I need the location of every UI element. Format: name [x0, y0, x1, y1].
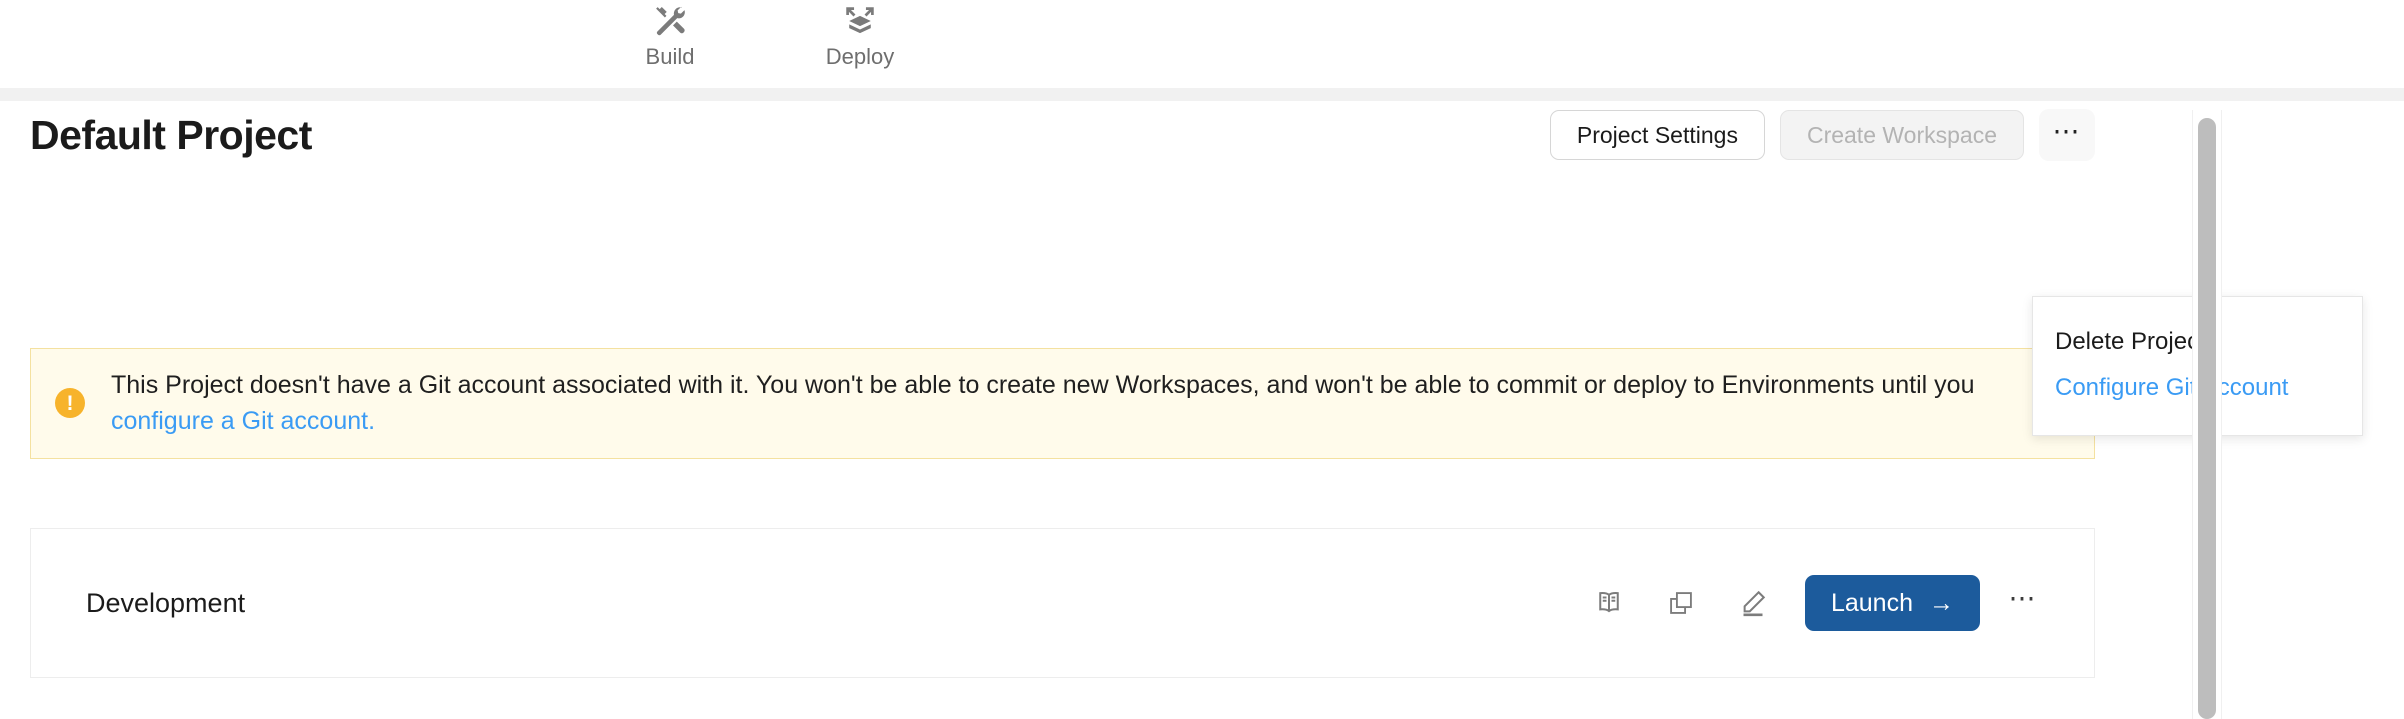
nav-item-deploy[interactable]: Deploy: [765, 0, 955, 68]
environment-card-development: Development Launch → ⋯: [30, 528, 2095, 678]
docs-book-icon[interactable]: [1573, 574, 1645, 632]
nav-item-build[interactable]: Build: [575, 0, 765, 68]
header-divider-strip: [0, 88, 2404, 101]
configure-git-account-link[interactable]: configure a Git account.: [111, 407, 375, 435]
project-more-menu-button[interactable]: ⋯: [2039, 109, 2095, 161]
warning-banner-message: This Project doesn't have a Git account …: [111, 371, 1975, 399]
copy-icon[interactable]: [1645, 574, 1717, 632]
launch-button-label: Launch: [1830, 588, 1913, 617]
tools-icon: [653, 0, 687, 42]
nav-item-deploy-label: Deploy: [825, 44, 895, 69]
create-workspace-button: Create Workspace: [1779, 110, 2024, 160]
launch-button[interactable]: Launch →: [1804, 575, 1980, 631]
environment-more-menu-button[interactable]: ⋯: [1990, 575, 2056, 631]
nav-item-build-label: Build: [645, 44, 695, 69]
project-actions: Project Settings Create Workspace ⋯: [1549, 109, 2095, 161]
environment-card-actions: Launch → ⋯: [1573, 574, 2056, 632]
arrow-right-icon: →: [1929, 588, 1954, 617]
deploy-box-icon: [843, 0, 877, 42]
edit-pencil-icon[interactable]: [1717, 574, 1789, 632]
environment-name: Development: [86, 587, 246, 618]
project-settings-button[interactable]: Project Settings: [1549, 110, 1765, 160]
warning-banner-text: This Project doesn't have a Git account …: [111, 367, 1991, 440]
project-header-row: Default Project Project Settings Create …: [30, 105, 2095, 165]
top-navigation-bar: Build Deploy: [0, 0, 2404, 88]
git-account-warning-banner: ! This Project doesn't have a Git accoun…: [30, 348, 2095, 459]
page-title: Default Project: [30, 111, 312, 158]
vertical-scrollbar-thumb[interactable]: [2198, 118, 2216, 719]
warning-exclamation-icon: !: [55, 388, 85, 419]
